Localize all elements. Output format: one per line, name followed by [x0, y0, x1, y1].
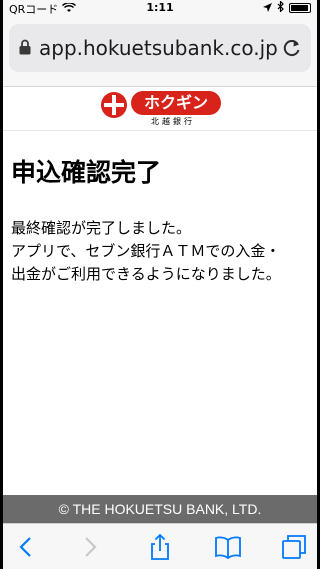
device-frame: QRコード 1:11 app.hokuetsubank.co.jp ホクギン 北… [0, 0, 320, 569]
site-header: ホクギン 北越銀行 [3, 87, 317, 131]
location-icon [263, 2, 272, 15]
lock-icon [19, 39, 31, 55]
bluetooth-icon [277, 0, 284, 15]
message-body: 最終確認が完了しました。 アプリで、セブン銀行ＡＴＭでの入金・ 出金がご利用でき… [11, 217, 311, 286]
bank-logo: ホクギン 北越銀行 [101, 91, 221, 127]
logo-mark-icon [101, 92, 127, 118]
back-icon[interactable] [11, 532, 41, 562]
status-bar: QRコード 1:11 [3, 0, 317, 16]
page-title: 申込確認完了 [11, 158, 162, 187]
copyright-footer: © THE HOKUETSU BANK, LTD. [3, 495, 317, 523]
logo-text: ホクギン [131, 91, 221, 115]
status-right [263, 0, 311, 15]
message-line: 最終確認が完了しました。 [11, 219, 192, 237]
tabs-icon[interactable] [279, 532, 309, 562]
logo-subtext: 北越銀行 [151, 117, 195, 126]
forward-icon[interactable] [75, 532, 105, 562]
browser-toolbar [3, 523, 317, 569]
screen: QRコード 1:11 app.hokuetsubank.co.jp ホクギン 北… [3, 0, 317, 569]
browser-address-area: app.hokuetsubank.co.jp [3, 16, 317, 86]
message-line: 出金がご利用できるようになりました。 [11, 265, 281, 283]
share-icon[interactable] [145, 532, 175, 562]
battery-icon [289, 3, 311, 13]
url-text[interactable]: app.hokuetsubank.co.jp [39, 36, 278, 60]
reload-icon[interactable] [281, 37, 303, 59]
main-content: 申込確認完了 最終確認が完了しました。 アプリで、セブン銀行ＡＴＭでの入金・ 出… [3, 131, 317, 495]
address-bar[interactable]: app.hokuetsubank.co.jp [9, 24, 311, 72]
message-line: アプリで、セブン銀行ＡＴＭでの入金・ [11, 242, 281, 260]
bookmarks-icon[interactable] [213, 532, 243, 562]
